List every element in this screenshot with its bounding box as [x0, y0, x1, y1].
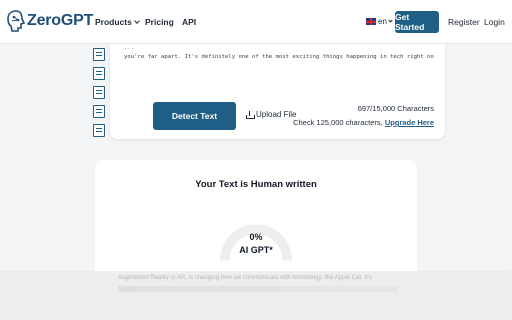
- upgrade-link[interactable]: Upgrade Here: [385, 118, 434, 127]
- text-line: ...: [124, 45, 135, 51]
- text-input-card: ... you're far apart. It's definitely on…: [110, 44, 445, 139]
- get-started-button[interactable]: Get Started: [395, 11, 439, 33]
- language-label: en: [378, 17, 387, 26]
- ai-gpt-label: AI GPT*: [239, 245, 273, 255]
- mail-icon[interactable]: [93, 124, 105, 137]
- register-link[interactable]: Register: [448, 17, 480, 27]
- top-navbar: ZeroGPT Products Pricing API en Get Star…: [0, 0, 512, 44]
- upload-file-button[interactable]: Upload File: [246, 110, 296, 119]
- chevron-down-icon: [388, 18, 393, 23]
- uk-flag-icon: [366, 18, 376, 25]
- chevron-down-icon: [134, 18, 140, 24]
- nav-products-label: Products: [95, 17, 132, 27]
- image-doc-icon[interactable]: [93, 86, 105, 99]
- language-selector[interactable]: en: [366, 17, 393, 26]
- ai-percentage: 0%: [249, 232, 263, 242]
- brain-logo-icon[interactable]: [6, 9, 26, 33]
- upload-icon: [246, 110, 255, 119]
- faded-text: Augmented Reality or AR, is changing how…: [118, 275, 372, 281]
- upload-label: Upload File: [256, 110, 297, 119]
- detect-text-button[interactable]: Detect Text: [153, 102, 236, 130]
- upgrade-prompt: Check 125,000 characters, Upgrade Here: [293, 118, 434, 127]
- text-line: you're far apart. It's definitely one of…: [124, 54, 434, 60]
- login-link[interactable]: Login: [484, 17, 505, 27]
- edit-icon[interactable]: [93, 105, 105, 118]
- result-title: Your Text is Human written: [195, 179, 317, 190]
- nav-api[interactable]: API: [182, 17, 196, 27]
- bottom-overlay: Augmented Reality or AR, is changing how…: [0, 271, 512, 320]
- faded-text-placeholder: [118, 286, 398, 292]
- nav-pricing[interactable]: Pricing: [145, 17, 174, 27]
- document-icon[interactable]: [93, 67, 105, 80]
- character-count: 697/15,000 Characters: [357, 104, 434, 113]
- brand-name[interactable]: ZeroGPT: [27, 12, 93, 30]
- document-icon[interactable]: [93, 48, 105, 61]
- side-toolbar: [93, 48, 111, 137]
- nav-products[interactable]: Products: [95, 17, 140, 27]
- upgrade-prompt-text: Check 125,000 characters,: [293, 118, 383, 127]
- text-input-area[interactable]: ... you're far apart. It's definitely on…: [124, 44, 434, 62]
